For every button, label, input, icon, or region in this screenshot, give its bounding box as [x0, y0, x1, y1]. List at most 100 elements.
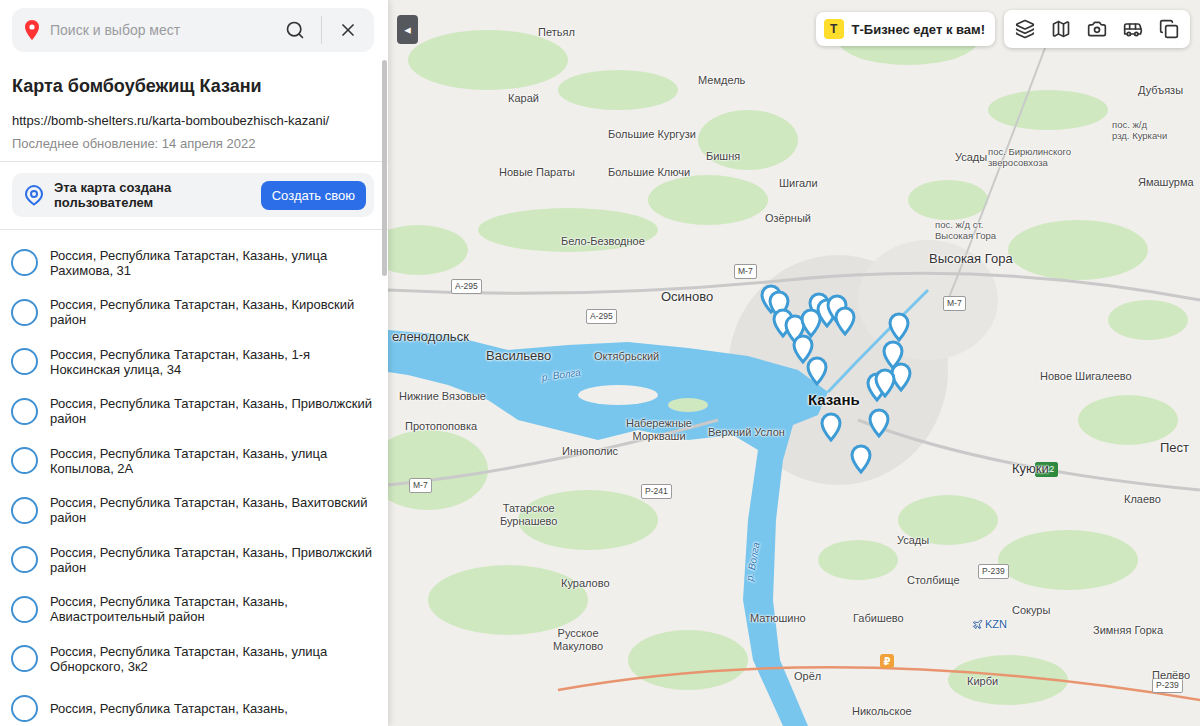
place-label: Татарское Бурнашево	[500, 502, 557, 527]
clear-button[interactable]	[332, 14, 364, 46]
road-sign: А-295	[451, 279, 482, 294]
place-label: Озёрный	[765, 212, 811, 225]
bus-icon	[1123, 19, 1143, 39]
shelter-address: Россия, Республика Татарстан, Казань, 1-…	[50, 347, 374, 377]
airport-icon	[972, 619, 983, 630]
map-type-button[interactable]	[1044, 12, 1078, 46]
place-label: Большие Ключи	[608, 166, 690, 179]
scrollbar-thumb[interactable]	[382, 60, 387, 276]
place-label: KZN	[972, 618, 1007, 631]
place-label: еленодольск	[392, 330, 469, 345]
shelter-marker-icon	[11, 249, 38, 276]
place-label: Пест	[1160, 441, 1189, 456]
shelter-marker-icon	[11, 398, 38, 425]
place-label: Верхний Услон	[708, 426, 785, 439]
user-map-note: Эта карта создана пользователем Создать с…	[12, 173, 374, 217]
road-sign: М-7	[409, 478, 432, 493]
shelter-item[interactable]: Россия, Республика Татарстан, Казань, 1-…	[0, 337, 388, 387]
shelter-address: Россия, Республика Татарстан, Казань, ул…	[50, 644, 374, 674]
place-label: Бишня	[706, 150, 740, 163]
place-label: Новое Шигалеево	[1040, 370, 1132, 383]
place-label: Орёл	[794, 670, 821, 683]
promo-logo: Т	[824, 19, 844, 39]
place-label: Никольское	[852, 705, 912, 718]
road-sign: Р-239	[978, 564, 1009, 579]
place-label: Новые Параты	[499, 166, 575, 179]
panorama-button[interactable]	[1080, 12, 1114, 46]
shelter-address: Россия, Республика Татарстан, Казань, Ки…	[50, 297, 374, 327]
place-label: Бело-Безводное	[561, 235, 645, 248]
shelter-address: Россия, Республика Татарстан, Казань, Пр…	[50, 396, 374, 426]
shelter-pin-icon[interactable]	[806, 356, 828, 386]
map[interactable]: М-7А-295А-295М-7М-7Р-241E22Р-239Р-239₽Пе…	[388, 0, 1200, 726]
layers-button[interactable]	[1008, 12, 1042, 46]
shelter-item[interactable]: Россия, Республика Татарстан, Казань, Ва…	[0, 486, 388, 536]
shelter-pin-icon[interactable]	[820, 412, 842, 442]
place-label: Высокая Гора	[929, 252, 1013, 267]
shelter-pin-icon[interactable]	[850, 444, 872, 474]
place-label: Нижние Вязовые	[399, 390, 486, 403]
place-label: Осиново	[661, 290, 713, 305]
map-info: Карта бомбоубежищ Казани https://bomb-she…	[0, 52, 388, 162]
map-controls	[1004, 10, 1190, 48]
note-text: Эта карта создана пользователем	[54, 180, 251, 210]
payment-marker[interactable]: ₽	[880, 654, 894, 668]
shelter-address: Россия, Республика Татарстан, Казань, Ав…	[50, 594, 374, 624]
promo-banner[interactable]: ТТ-Бизнес едет к вам!	[816, 12, 995, 46]
shelter-address: Россия, Республика Татарстан, Казань, Пр…	[50, 545, 374, 575]
map-pin-icon	[24, 184, 44, 206]
shelter-item[interactable]: Россия, Республика Татарстан, Казань, Ав…	[0, 585, 388, 635]
place-label: Матюшино	[750, 612, 806, 625]
last-updated: Последнее обновление: 14 апреля 2022	[12, 136, 376, 151]
place-label: Усады	[897, 534, 929, 547]
shelter-item[interactable]: Россия, Республика Татарстан, Казань, Ки…	[0, 288, 388, 338]
shelter-pin-icon[interactable]	[888, 312, 910, 342]
road-sign: А-295	[586, 309, 617, 324]
shelter-pin-icon[interactable]	[834, 306, 856, 336]
shelter-pin-icon[interactable]	[800, 308, 822, 338]
map-icon	[1051, 19, 1071, 39]
place-label: пос. ж/д рзд. Куркачи	[1112, 120, 1167, 142]
map-title: Карта бомбоубежищ Казани	[12, 76, 376, 97]
shelter-pin-icon[interactable]	[874, 368, 896, 398]
shelter-item[interactable]: Россия, Республика Татарстан, Казань, ул…	[0, 634, 388, 684]
shelter-address: Россия, Республика Татарстан, Казань, Ва…	[50, 495, 374, 525]
collapse-panel-button[interactable]: ◂	[397, 15, 418, 44]
search-box[interactable]: Поиск и выбор мест	[12, 8, 374, 52]
shelter-item[interactable]: Россия, Республика Татарстан, Казань, Пр…	[0, 387, 388, 437]
layers-icon	[1015, 19, 1035, 39]
create-own-button[interactable]: Создать свою	[261, 181, 366, 210]
close-icon	[338, 20, 358, 40]
place-label: Кирби	[967, 675, 998, 688]
shelter-address: Россия, Республика Татарстан, Казань, ул…	[50, 248, 374, 278]
shelter-marker-icon	[11, 299, 38, 326]
shelter-item[interactable]: Россия, Республика Татарстан, Казань,	[0, 684, 388, 726]
place-label: Столбище	[907, 574, 960, 587]
place-label: Мемдель	[698, 74, 745, 87]
place-label: Иннополис	[562, 445, 618, 458]
shelter-item[interactable]: Россия, Республика Татарстан, Казань, Пр…	[0, 535, 388, 585]
shelter-marker-icon	[11, 497, 38, 524]
search-button[interactable]	[279, 14, 311, 46]
place-label: Большие Кургузи	[608, 128, 696, 141]
transport-button[interactable]	[1116, 12, 1150, 46]
place-label: Дубъязы	[1138, 84, 1183, 97]
place-label: Зимняя Горка	[1093, 624, 1163, 637]
shelter-marker-icon	[11, 546, 38, 573]
place-label: Куюки	[1012, 462, 1049, 477]
shelter-pin-icon[interactable]	[868, 408, 890, 438]
shelter-item[interactable]: Россия, Республика Татарстан, Казань, ул…	[0, 436, 388, 486]
more-layers-button[interactable]	[1152, 12, 1186, 46]
map-url[interactable]: https://bomb-shelters.ru/karta-bomboubez…	[12, 113, 376, 128]
shelter-item[interactable]: Россия, Республика Татарстан, Казань, ул…	[0, 238, 388, 288]
place-label: Габишево	[853, 612, 904, 625]
shelter-marker-icon	[11, 645, 38, 672]
search-input[interactable]: Поиск и выбор мест	[50, 22, 269, 38]
camera-icon	[1087, 19, 1107, 39]
place-label: Карай	[508, 92, 539, 105]
place-label: Пелёво	[1152, 669, 1190, 682]
search-divider	[321, 16, 322, 44]
shelter-marker-icon	[11, 596, 38, 623]
place-label: Куралово	[561, 577, 610, 590]
shelter-marker-icon	[11, 447, 38, 474]
